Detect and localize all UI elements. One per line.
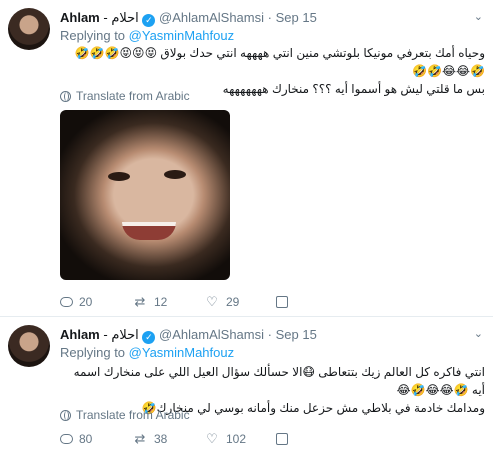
verified-badge-icon: ✓ [142,14,156,27]
user-handle[interactable]: @AhlamAlShamsi [159,10,264,25]
retweet-icon: ⇄ [134,294,146,309]
mention-link[interactable]: @YasminMahfouz [129,345,234,360]
tweet-actions: 20 ⇄ 12 ♡ 29 [60,294,348,310]
reply-icon [60,434,73,444]
separator: - [103,10,108,25]
translate-label[interactable]: Translate from Arabic [76,89,190,103]
mention-link[interactable]: @YasminMahfouz [129,28,234,43]
display-name[interactable]: Ahlam [60,327,100,342]
dot-separator: · [267,327,272,342]
retweet-count: 38 [154,432,168,446]
translate-label[interactable]: Translate from Arabic [76,408,190,422]
replying-to-label: Replying to [60,345,126,360]
direct-message-icon [276,296,288,308]
reply-button[interactable]: 80 [60,431,132,447]
tweet-text-line: وحياه أمك بتعرفي مونيكا بلوتشي منين انتي… [74,46,485,78]
translate-link[interactable]: Translate from Arabic [60,89,190,103]
direct-message-button[interactable] [276,431,348,447]
direct-message-icon [276,433,288,445]
like-button[interactable]: ♡ 102 [204,431,276,447]
user-handle[interactable]: @AhlamAlShamsi [159,327,264,342]
retweet-icon: ⇄ [134,431,146,446]
chevron-down-icon[interactable]: ⌄ [474,327,483,340]
heart-icon: ♡ [206,294,218,309]
tweet[interactable]: Ahlam - احلام ✓ @AhlamAlShamsi · Sep 15 … [0,0,493,316]
reply-button[interactable]: 20 [60,294,132,310]
avatar[interactable] [8,325,50,367]
retweet-count: 12 [154,295,168,309]
separator: - [103,327,108,342]
photo-detail [108,172,130,181]
verified-badge-icon: ✓ [142,331,156,344]
tweet-header: Ahlam - احلام ✓ @AhlamAlShamsi · Sep 15 [60,10,317,27]
tweet-actions: 80 ⇄ 38 ♡ 102 [60,431,348,447]
heart-icon: ♡ [206,431,218,446]
display-name[interactable]: Ahlam [60,10,100,25]
like-count: 29 [226,295,240,309]
direct-message-button[interactable] [276,294,348,310]
retweet-button[interactable]: ⇄ 12 [132,294,204,310]
photo-detail [122,222,176,240]
retweet-button[interactable]: ⇄ 38 [132,431,204,447]
avatar[interactable] [8,8,50,50]
tweet[interactable]: Ahlam - احلام ✓ @AhlamAlShamsi · Sep 15 … [0,317,493,449]
tweet-date[interactable]: Sep 15 [276,10,317,25]
reply-count: 80 [79,432,93,446]
display-name-ar[interactable]: احلام [111,327,138,342]
chevron-down-icon[interactable]: ⌄ [474,10,483,23]
like-count: 102 [226,432,247,446]
globe-icon [60,410,71,421]
tweet-text-line: انتي فاكره كل العالم زيك بتتعاطى 😷الا حس… [73,365,485,397]
dot-separator: · [267,10,272,25]
replying-to-label: Replying to [60,28,126,43]
reply-count: 20 [79,295,93,309]
replying-to: Replying to @YasminMahfouz [60,345,234,360]
tweet-date[interactable]: Sep 15 [276,327,317,342]
tweet-photo[interactable] [60,110,230,280]
reply-icon [60,297,73,307]
globe-icon [60,91,71,102]
tweet-header: Ahlam - احلام ✓ @AhlamAlShamsi · Sep 15 [60,327,317,344]
like-button[interactable]: ♡ 29 [204,294,276,310]
replying-to: Replying to @YasminMahfouz [60,28,234,43]
translate-link[interactable]: Translate from Arabic [60,408,190,422]
photo-detail [164,170,186,179]
display-name-ar[interactable]: احلام [111,10,138,25]
